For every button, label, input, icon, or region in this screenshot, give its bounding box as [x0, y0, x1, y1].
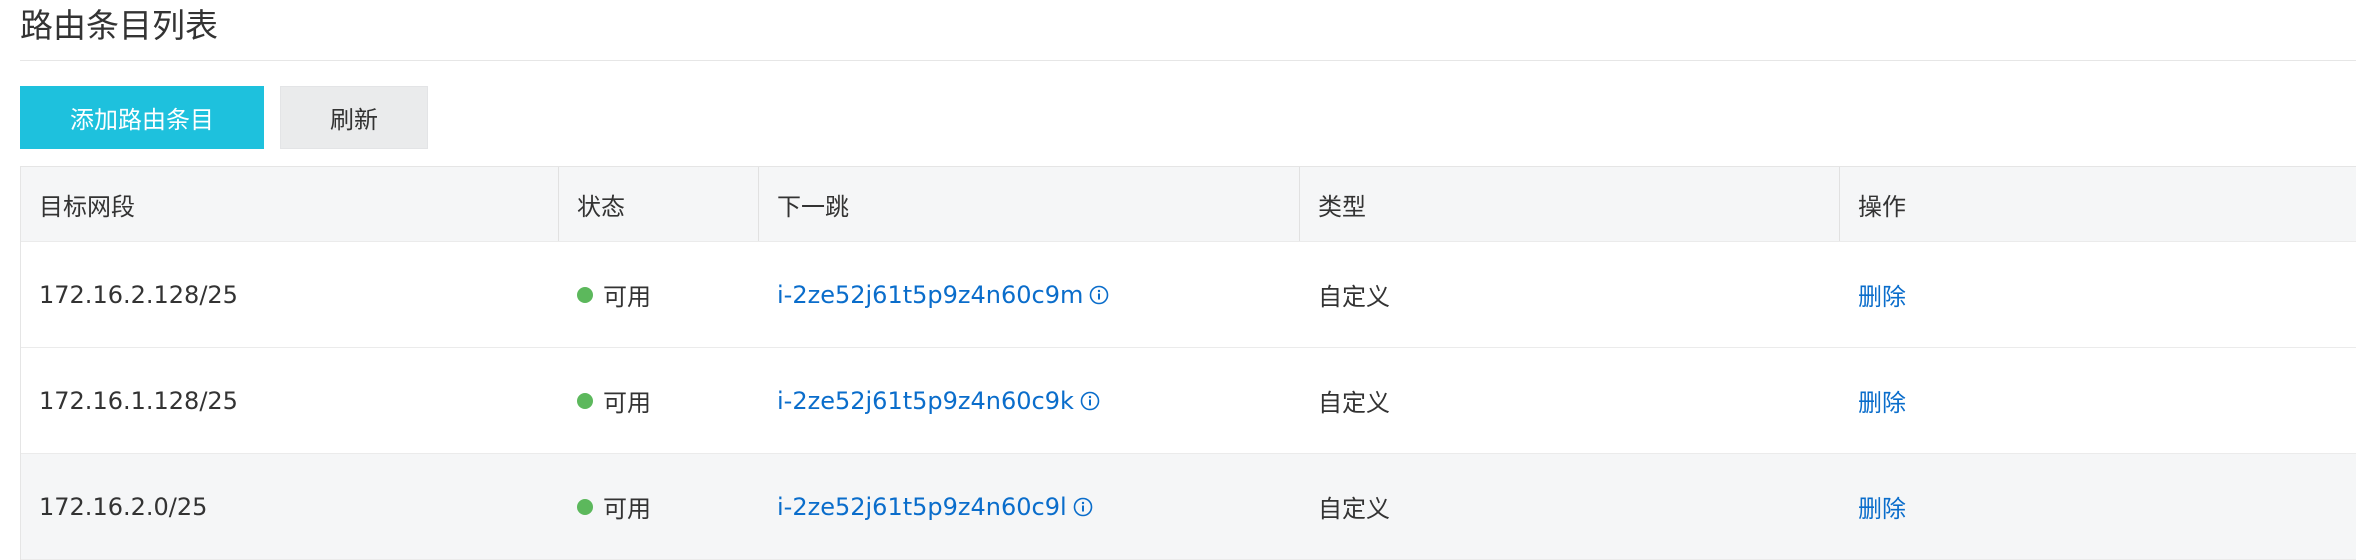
delete-link[interactable]: 删除 [1858, 277, 1906, 312]
actions-cell: 删除 [1840, 454, 2356, 559]
column-header-status: 状态 [559, 167, 759, 241]
column-header-type: 类型 [1300, 167, 1840, 241]
type-cell: 自定义 [1318, 389, 1390, 417]
table-row: 172.16.2.128/25 可用 i-2ze52j61t5p9z4n60c9… [21, 242, 2356, 348]
status-cell: 可用 [559, 348, 759, 453]
type-cell: 自定义 [1318, 283, 1390, 311]
actions-cell: 删除 [1840, 348, 2356, 453]
table-header: 目标网段 状态 下一跳 类型 操作 [21, 166, 2356, 242]
actions-cell: 删除 [1840, 242, 2356, 347]
status-text: 可用 [603, 495, 651, 523]
status-text: 可用 [603, 283, 651, 311]
type-cell: 自定义 [1318, 495, 1390, 523]
info-icon[interactable] [1089, 285, 1109, 305]
column-header-next-hop: 下一跳 [759, 167, 1300, 241]
info-icon[interactable] [1073, 497, 1093, 517]
next-hop-link[interactable]: i-2ze52j61t5p9z4n60c9m [777, 281, 1083, 309]
page-title: 路由条目列表 [20, 6, 218, 45]
table-row: 172.16.2.0/25 可用 i-2ze52j61t5p9z4n60c9l … [21, 454, 2356, 560]
table-row: 172.16.1.128/25 可用 i-2ze52j61t5p9z4n60c9… [21, 348, 2356, 454]
next-hop-link[interactable]: i-2ze52j61t5p9z4n60c9l [777, 493, 1067, 521]
add-route-entry-button[interactable]: 添加路由条目 [20, 86, 264, 149]
cidr-cell: 172.16.2.128/25 [39, 280, 238, 309]
status-dot-icon [577, 286, 593, 303]
status-cell: 可用 [559, 454, 759, 559]
next-hop-link[interactable]: i-2ze52j61t5p9z4n60c9k [777, 387, 1074, 415]
column-header-destination: 目标网段 [21, 167, 559, 241]
route-table: 目标网段 状态 下一跳 类型 操作 172.16.2.128/25 可用 i-2… [20, 166, 2356, 560]
next-hop-cell: i-2ze52j61t5p9z4n60c9l [759, 454, 1300, 559]
status-dot-icon [577, 498, 593, 515]
delete-link[interactable]: 删除 [1858, 383, 1906, 418]
info-icon[interactable] [1080, 391, 1100, 411]
refresh-button[interactable]: 刷新 [280, 86, 428, 149]
cidr-cell: 172.16.2.0/25 [39, 492, 208, 521]
status-dot-icon [577, 392, 593, 409]
cidr-cell: 172.16.1.128/25 [39, 386, 238, 415]
column-header-actions: 操作 [1858, 192, 1906, 221]
status-cell: 可用 [559, 242, 759, 347]
next-hop-cell: i-2ze52j61t5p9z4n60c9m [759, 242, 1300, 347]
delete-link[interactable]: 删除 [1858, 489, 1906, 524]
status-text: 可用 [603, 389, 651, 417]
title-divider [20, 60, 2356, 61]
next-hop-cell: i-2ze52j61t5p9z4n60c9k [759, 348, 1300, 453]
